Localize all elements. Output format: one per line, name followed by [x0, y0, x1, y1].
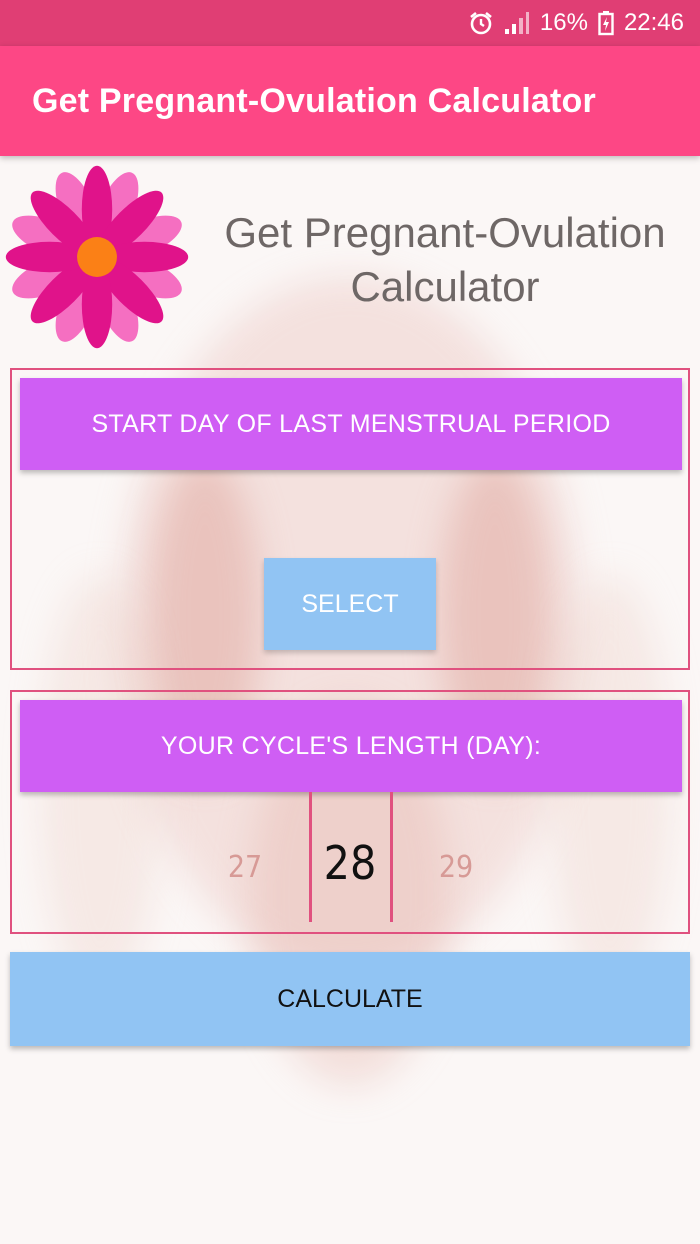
signal-icon — [504, 11, 530, 35]
cycle-heading-button[interactable]: YOUR CYCLE'S LENGTH (DAY): — [20, 700, 682, 792]
app-bar-title: Get Pregnant-Ovulation Calculator — [32, 81, 596, 120]
period-heading-button[interactable]: START DAY OF LAST MENSTRUAL PERIOD — [20, 378, 682, 470]
main-content: Get Pregnant-Ovulation Calculator START … — [0, 156, 700, 1244]
flower-icon — [5, 165, 189, 349]
alarm-icon — [468, 10, 494, 36]
picker-prev-value[interactable]: 27 — [205, 850, 285, 885]
period-panel: START DAY OF LAST MENSTRUAL PERIOD SELEC… — [10, 368, 690, 670]
picker-current-value[interactable]: 28 — [310, 836, 390, 890]
select-date-button[interactable]: SELECT — [264, 558, 436, 650]
status-bar: 16% 22:46 — [0, 0, 700, 46]
battery-icon — [598, 10, 614, 36]
header-title-line1: Get Pregnant-Ovulation — [224, 209, 666, 256]
app-bar: Get Pregnant-Ovulation Calculator — [0, 46, 700, 156]
cycle-panel: YOUR CYCLE'S LENGTH (DAY): 27 28 29 — [10, 690, 690, 934]
clock: 22:46 — [623, 9, 684, 36]
calculate-button[interactable]: CALCULATE — [10, 952, 690, 1046]
header-title: Get Pregnant-Ovulation Calculator — [200, 206, 690, 314]
battery-percent: 16% — [539, 9, 588, 36]
picker-divider-right — [390, 792, 393, 922]
cycle-length-picker[interactable]: 27 28 29 — [12, 792, 688, 924]
picker-next-value[interactable]: 29 — [416, 850, 496, 885]
header-title-line2: Calculator — [350, 263, 540, 310]
